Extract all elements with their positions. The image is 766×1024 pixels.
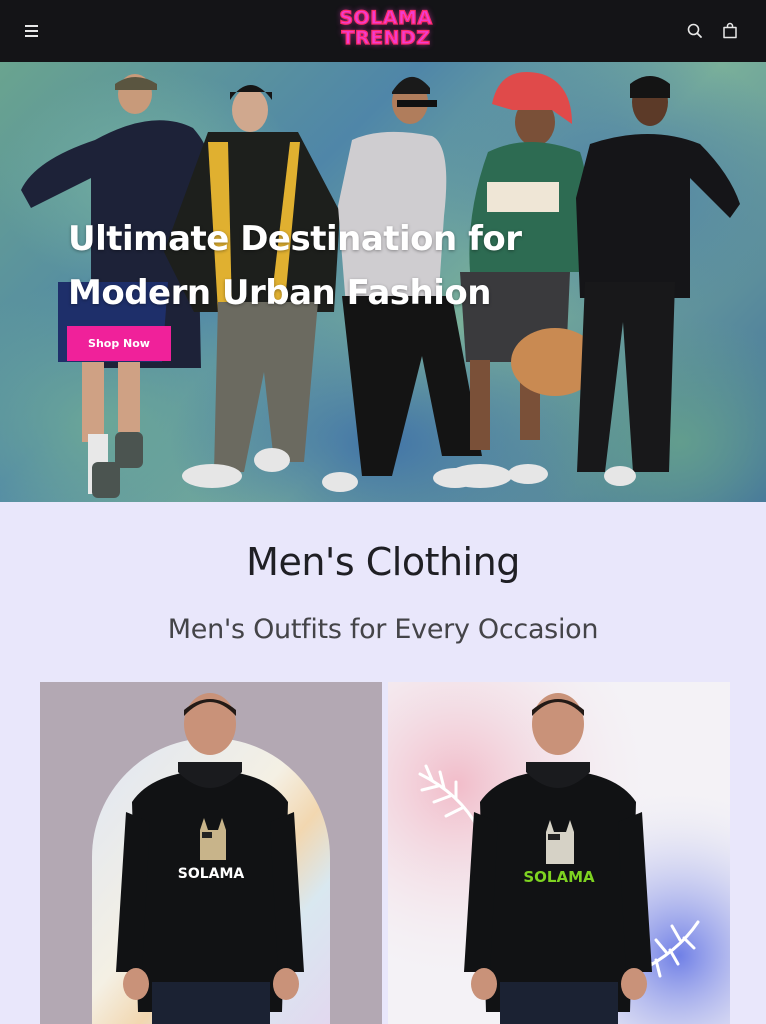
shop-now-button[interactable]: Shop Now — [67, 326, 171, 361]
product-print-text: SOLAMA — [523, 868, 595, 886]
product-card[interactable]: SOLAMA — [40, 682, 382, 1024]
model-figure — [576, 76, 740, 486]
product-card[interactable]: SOLAMA — [388, 682, 730, 1024]
hero-title: Ultimate Destination for Modern Urban Fa… — [68, 219, 522, 313]
shopping-bag-icon[interactable] — [720, 21, 740, 41]
site-header: SOLAMA TRENDZ — [0, 0, 766, 62]
hamburger-menu-icon[interactable] — [22, 20, 44, 42]
hero-banner: Ultimate Destination for Modern Urban Fa… — [0, 62, 766, 502]
logo-line-2: TRENDZ — [341, 27, 431, 49]
section-subtitle: Men's Outfits for Every Occasion — [167, 614, 599, 645]
product-image: SOLAMA — [388, 682, 730, 1024]
product-print-text: SOLAMA — [178, 866, 245, 882]
logo-line-1: SOLAMA — [339, 7, 433, 29]
product-image: SOLAMA — [92, 693, 330, 1024]
brand-logo[interactable]: SOLAMA TRENDZ — [337, 7, 435, 54]
search-icon[interactable] — [685, 21, 705, 41]
section-title: Men's Clothing — [246, 540, 520, 584]
